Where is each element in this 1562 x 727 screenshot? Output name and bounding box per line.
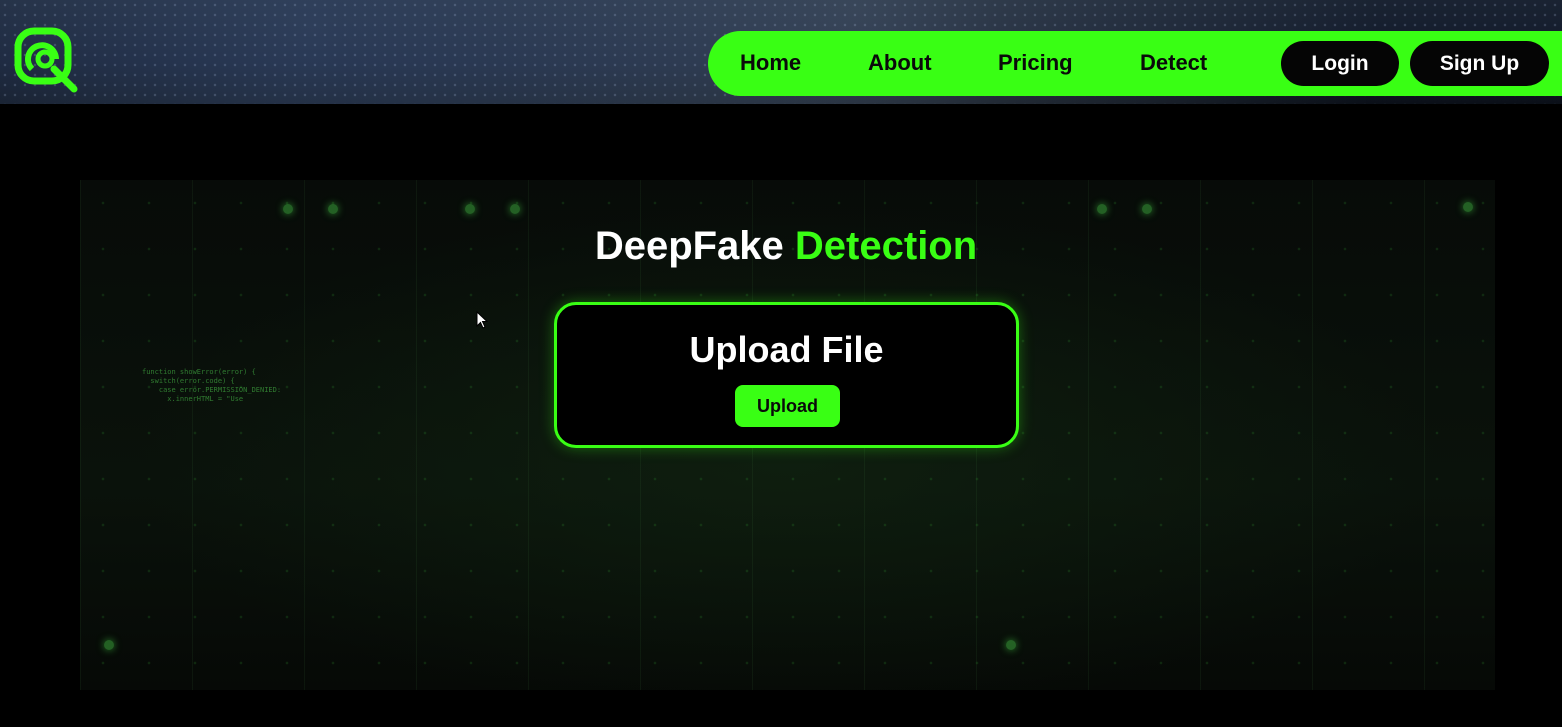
background-glow-dot	[1142, 204, 1152, 214]
page-title: DeepFake Detection	[0, 224, 1562, 269]
header: Home About Pricing Detect Login Sign Up	[0, 0, 1562, 104]
background-glow-dot	[1006, 640, 1016, 650]
mouse-cursor-icon	[476, 311, 488, 329]
background-glow-dot	[510, 204, 520, 214]
background-glow-dot	[104, 640, 114, 650]
signup-button[interactable]: Sign Up	[1410, 41, 1549, 86]
background-glow-dot	[283, 204, 293, 214]
background-glow-dot	[1097, 204, 1107, 214]
background-code-snippet: function showError(error) { switch(error…	[142, 368, 282, 403]
nav-pricing-link[interactable]: Pricing	[998, 50, 1073, 76]
background-glow-dot	[328, 204, 338, 214]
login-button[interactable]: Login	[1281, 41, 1399, 86]
page-title-prefix: DeepFake	[594, 224, 784, 268]
background-glow-dot	[465, 204, 475, 214]
background-glow-dot	[1463, 202, 1473, 212]
header-background-digits	[570, 0, 700, 104]
nav-home-link[interactable]: Home	[740, 50, 801, 76]
navbar: Home About Pricing Detect Login Sign Up	[708, 31, 1562, 96]
upload-button[interactable]: Upload	[735, 385, 840, 427]
deepfake-search-logo-icon[interactable]	[12, 25, 82, 95]
upload-card: Upload File Upload	[554, 302, 1019, 448]
nav-detect-link[interactable]: Detect	[1140, 50, 1207, 76]
upload-card-title: Upload File	[689, 329, 884, 370]
nav-about-link[interactable]: About	[868, 50, 932, 76]
page-title-accent: Detection	[794, 224, 978, 268]
